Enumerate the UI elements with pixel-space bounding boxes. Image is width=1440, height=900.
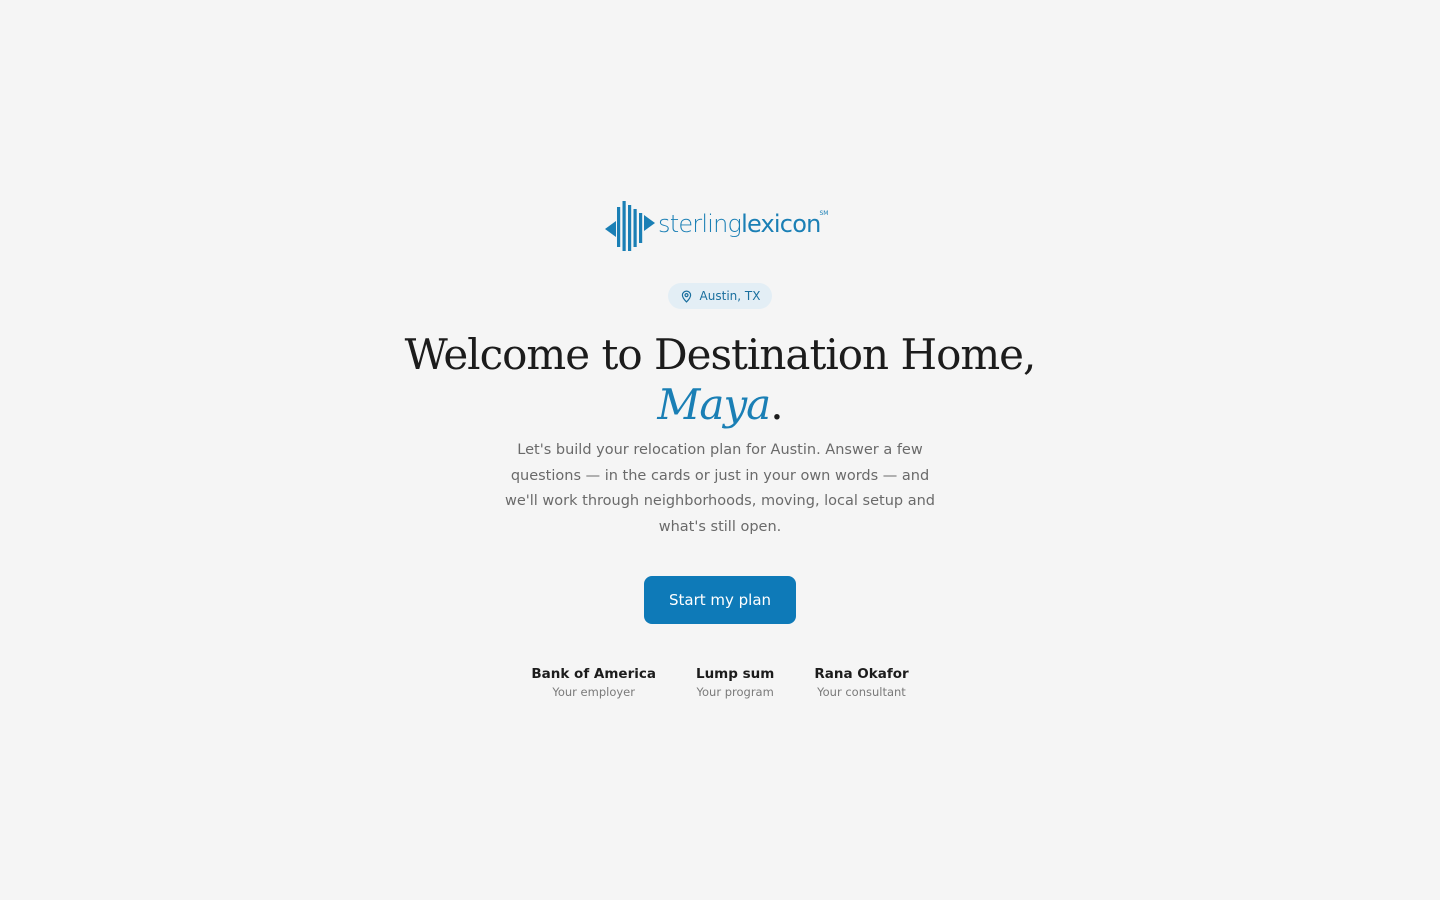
fact-program: Lump sum Your program — [696, 665, 774, 700]
sterling-lexicon-logo: sterlinglexicon SM — [604, 198, 828, 254]
welcome-page: sterlinglexicon SM Austin, TX Welcome to … — [0, 0, 1440, 900]
logo-wordmark: sterlinglexicon SM — [658, 210, 828, 238]
summary-facts: Bank of America Your employer Lump sum Y… — [0, 665, 1440, 700]
start-plan-button[interactable]: Start my plan — [644, 576, 796, 624]
location-badge: Austin, TX — [668, 283, 772, 309]
fact-consultant: Rana Okafor Your consultant — [814, 665, 908, 700]
page-title: Welcome to Destination Home, Maya. — [0, 330, 1440, 430]
fact-employer: Bank of America Your employer — [531, 665, 656, 700]
employer-value: Bank of America — [531, 666, 656, 682]
location-label: Austin, TX — [699, 289, 761, 303]
user-name: Maya — [657, 380, 771, 429]
logo-mark-icon — [605, 201, 655, 251]
employer-label: Your employer — [552, 685, 635, 699]
program-label: Your program — [696, 685, 774, 699]
program-value: Lump sum — [695, 666, 775, 682]
consultant-label: Your consultant — [817, 685, 906, 699]
consultant-value: Rana Okafor — [814, 666, 909, 682]
service-mark: SM — [819, 210, 829, 217]
headline-punct: . — [770, 380, 783, 429]
headline-line1: Welcome to Destination Home, — [404, 330, 1037, 379]
logo-word-sterling: sterling — [658, 210, 742, 238]
map-pin-icon — [681, 290, 691, 303]
logo-word-lexicon: lexicon — [741, 210, 821, 238]
intro-text: Let's build your relocation plan for Aus… — [505, 442, 935, 535]
